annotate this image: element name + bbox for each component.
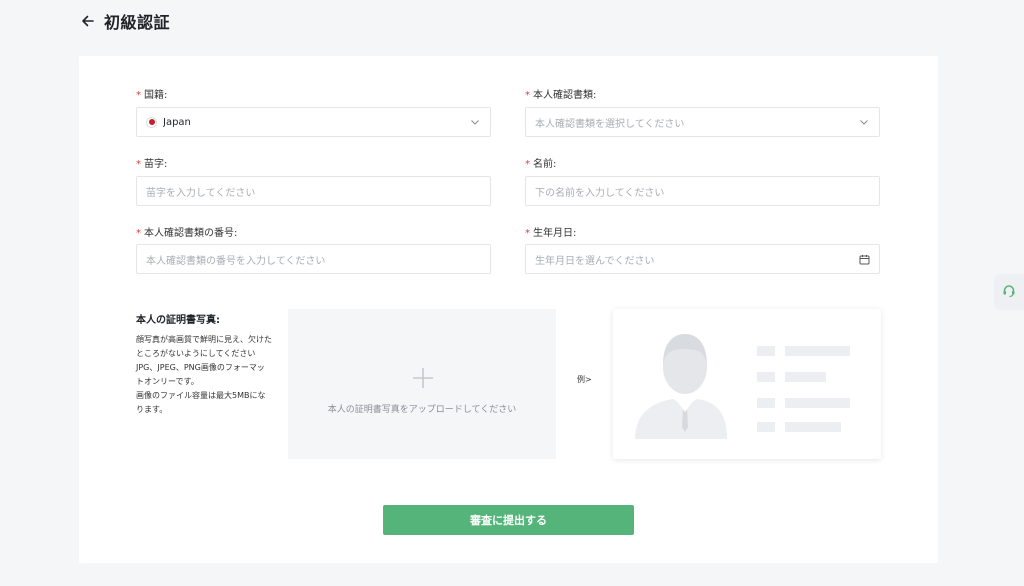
id-type-placeholder: 本人確認書類を選択してください: [535, 118, 685, 130]
last-name-input[interactable]: 苗字を入力してください: [136, 176, 491, 206]
nationality-value: Japan: [163, 116, 191, 128]
birth-date-picker[interactable]: 生年月日を選んでください: [525, 244, 880, 274]
nationality-label: * 国籍:: [136, 86, 167, 101]
last-name-label: * 苗字:: [136, 155, 167, 170]
example-id-image: [613, 309, 881, 459]
photo-requirement-text: 画像のファイル容量は最大5MBになります。: [136, 391, 266, 414]
id-number-label: * 本人確認書類の番号:: [136, 224, 237, 239]
nationality-select[interactable]: Japan: [136, 107, 491, 137]
customer-support-button[interactable]: [994, 274, 1024, 310]
plus-icon: [411, 366, 435, 390]
required-mark: *: [525, 90, 530, 101]
arrow-left-icon[interactable]: [80, 13, 96, 29]
photo-upload-area[interactable]: 本人の証明書写真をアップロードしてください: [288, 309, 556, 459]
page-header: 初級認証: [80, 9, 170, 33]
japan-flag-icon: [146, 116, 157, 128]
required-mark: *: [136, 228, 141, 239]
page-title: 初級認証: [104, 13, 171, 32]
id-number-placeholder: 本人確認書類の番号を入力してください: [146, 255, 326, 267]
headset-icon: [1002, 283, 1016, 302]
id-number-input[interactable]: 本人確認書類の番号を入力してください: [136, 244, 491, 274]
id-number-label-text: 本人確認書類の番号:: [144, 228, 238, 239]
required-mark: *: [136, 90, 141, 101]
id-type-select[interactable]: 本人確認書類を選択してください: [525, 107, 880, 137]
last-name-placeholder: 苗字を入力してください: [146, 187, 256, 199]
submit-button[interactable]: 審査に提出する: [383, 505, 634, 535]
required-mark: *: [136, 159, 141, 170]
first-name-label: * 名前:: [525, 155, 556, 170]
required-mark: *: [525, 159, 530, 170]
verification-form-card: * 国籍: Japan * 本人確認書類: 本人確認書類を選択してください * 苗字:…: [79, 56, 938, 563]
id-type-label-text: 本人確認書類:: [533, 90, 597, 101]
example-label: 例>: [577, 375, 592, 384]
photo-requirements: 顔写真が高画質で鮮明に見え、欠けたところがないようにしてください JPG、JPE…: [136, 333, 272, 417]
required-mark: *: [525, 228, 530, 239]
calendar-icon[interactable]: [858, 253, 870, 265]
last-name-label-text: 苗字:: [144, 159, 168, 170]
id-card-illustration: [635, 334, 850, 439]
nationality-label-text: 国籍:: [144, 90, 168, 101]
chevron-down-icon: [469, 116, 481, 128]
birth-date-label: * 生年月日:: [525, 224, 576, 239]
birth-date-label-text: 生年月日:: [533, 228, 577, 239]
first-name-placeholder: 下の名前を入力してください: [535, 187, 665, 199]
birth-date-placeholder: 生年月日を選んでください: [535, 255, 655, 267]
first-name-label-text: 名前:: [533, 159, 557, 170]
id-type-label: * 本人確認書類:: [525, 86, 596, 101]
photo-requirement-text: 顔写真が高画質で鮮明に見え、欠けたところがないようにしてください: [136, 335, 272, 358]
photo-requirement-text: JPG、JPEG、PNG画像のフォーマットオンリーです。: [136, 363, 265, 386]
upload-instruction: 本人の証明書写真をアップロードしてください: [327, 405, 517, 415]
first-name-input[interactable]: 下の名前を入力してください: [525, 176, 880, 206]
photo-section-title: 本人の証明書写真:: [136, 315, 220, 326]
chevron-down-icon: [858, 116, 870, 128]
